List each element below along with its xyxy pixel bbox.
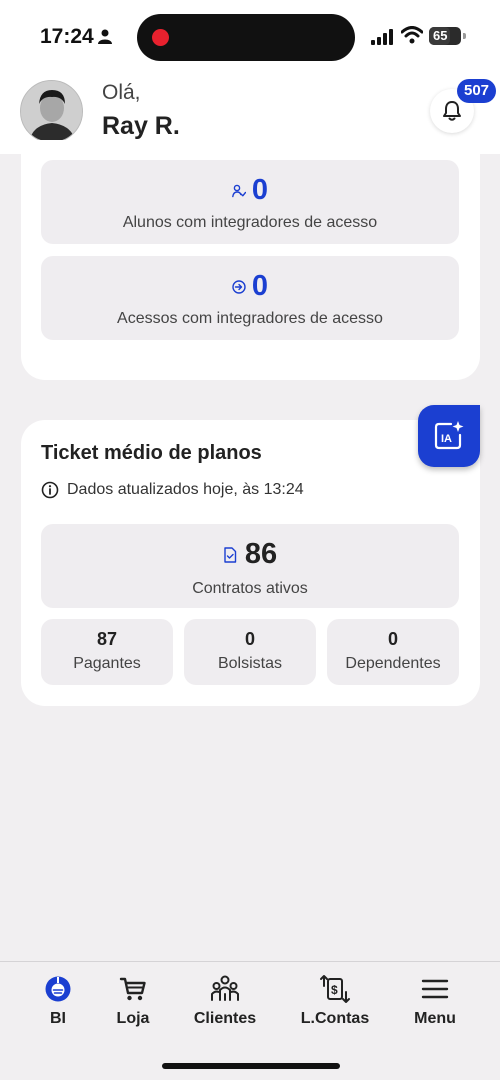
access-integrators-value: 0 [251, 270, 269, 302]
dependents-box[interactable]: 0 Dependentes [327, 619, 459, 685]
home-indicator[interactable] [162, 1063, 340, 1069]
ia-assistant-button[interactable]: IA [418, 405, 480, 467]
contract-icon [224, 546, 237, 563]
signal-icon [371, 29, 393, 45]
updated-row: Dados atualizados hoje, às 13:24 [41, 481, 304, 499]
dependents-value: 0 [387, 629, 398, 649]
students-integrators-box[interactable]: 0 Alunos com integradores de acesso [41, 160, 459, 244]
info-icon[interactable] [41, 481, 59, 499]
nav-label-bi: BI [50, 1010, 66, 1027]
recording-indicator-icon [152, 29, 169, 46]
scholarship-value: 0 [244, 629, 255, 649]
user-check-icon [232, 184, 246, 197]
active-contracts-box[interactable]: 86 Contratos ativos [41, 524, 459, 608]
nav-item-clientes[interactable]: Clientes [184, 962, 266, 1042]
person-icon [98, 29, 112, 44]
avatar-person-icon [21, 81, 82, 142]
access-integrators-label: Acessos com integradores de acesso [117, 310, 383, 327]
nav-label-lcontas: L.Contas [300, 1010, 370, 1027]
user-name: Ray R. [102, 112, 180, 140]
status-bar: 17:24 65 [0, 0, 500, 74]
nav-label-loja: Loja [116, 1010, 150, 1027]
scholarship-label: Bolsistas [217, 655, 283, 672]
battery-tip [463, 33, 466, 39]
people-icon [211, 975, 239, 1001]
ticket-card: Ticket médio de planos Dados atualizados… [21, 420, 480, 706]
updated-text: Dados atualizados hoje, às 13:24 [67, 481, 304, 498]
dynamic-island [137, 14, 355, 61]
ia-sparkle-icon: IA [434, 421, 464, 450]
login-icon [232, 279, 246, 294]
bi-icon [45, 976, 71, 1002]
scholarship-box[interactable]: 0 Bolsistas [184, 619, 316, 685]
ia-label: IA [441, 433, 452, 445]
ticket-title: Ticket médio de planos [41, 442, 262, 464]
battery-level: 65 [433, 28, 448, 43]
accounts-icon: $ [320, 975, 350, 1003]
integrators-card: 0 Alunos com integradores de acesso 0 Ac… [21, 140, 480, 380]
nav-item-menu[interactable]: Menu [405, 962, 465, 1042]
paying-label: Pagantes [73, 655, 141, 672]
students-integrators-label: Alunos com integradores de acesso [122, 214, 378, 231]
paying-box[interactable]: 87 Pagantes [41, 619, 173, 685]
status-time: 17:24 [40, 25, 94, 48]
active-contracts-label: Contratos ativos [192, 580, 308, 597]
notification-badge: 507 [457, 79, 497, 103]
avatar[interactable] [20, 80, 83, 143]
svg-text:$: $ [331, 983, 338, 997]
greeting-text: Olá, [102, 81, 141, 104]
nav-item-loja[interactable]: Loja [103, 962, 163, 1042]
access-integrators-box[interactable]: 0 Acessos com integradores de acesso [41, 256, 459, 340]
nav-item-bi[interactable]: BI [28, 962, 88, 1042]
nav-item-lcontas[interactable]: $ L.Contas [290, 962, 380, 1042]
nav-label-menu: Menu [414, 1010, 456, 1027]
cart-icon [119, 977, 146, 1001]
dependents-label: Dependentes [345, 655, 441, 672]
battery-indicator: 65 [429, 27, 461, 45]
active-contracts-value: 86 [244, 538, 278, 570]
hamburger-icon [421, 979, 449, 999]
paying-value: 87 [96, 629, 118, 649]
wifi-icon [401, 26, 423, 44]
nav-label-clientes: Clientes [193, 1010, 257, 1027]
bell-icon [443, 101, 461, 121]
students-integrators-value: 0 [251, 174, 269, 206]
